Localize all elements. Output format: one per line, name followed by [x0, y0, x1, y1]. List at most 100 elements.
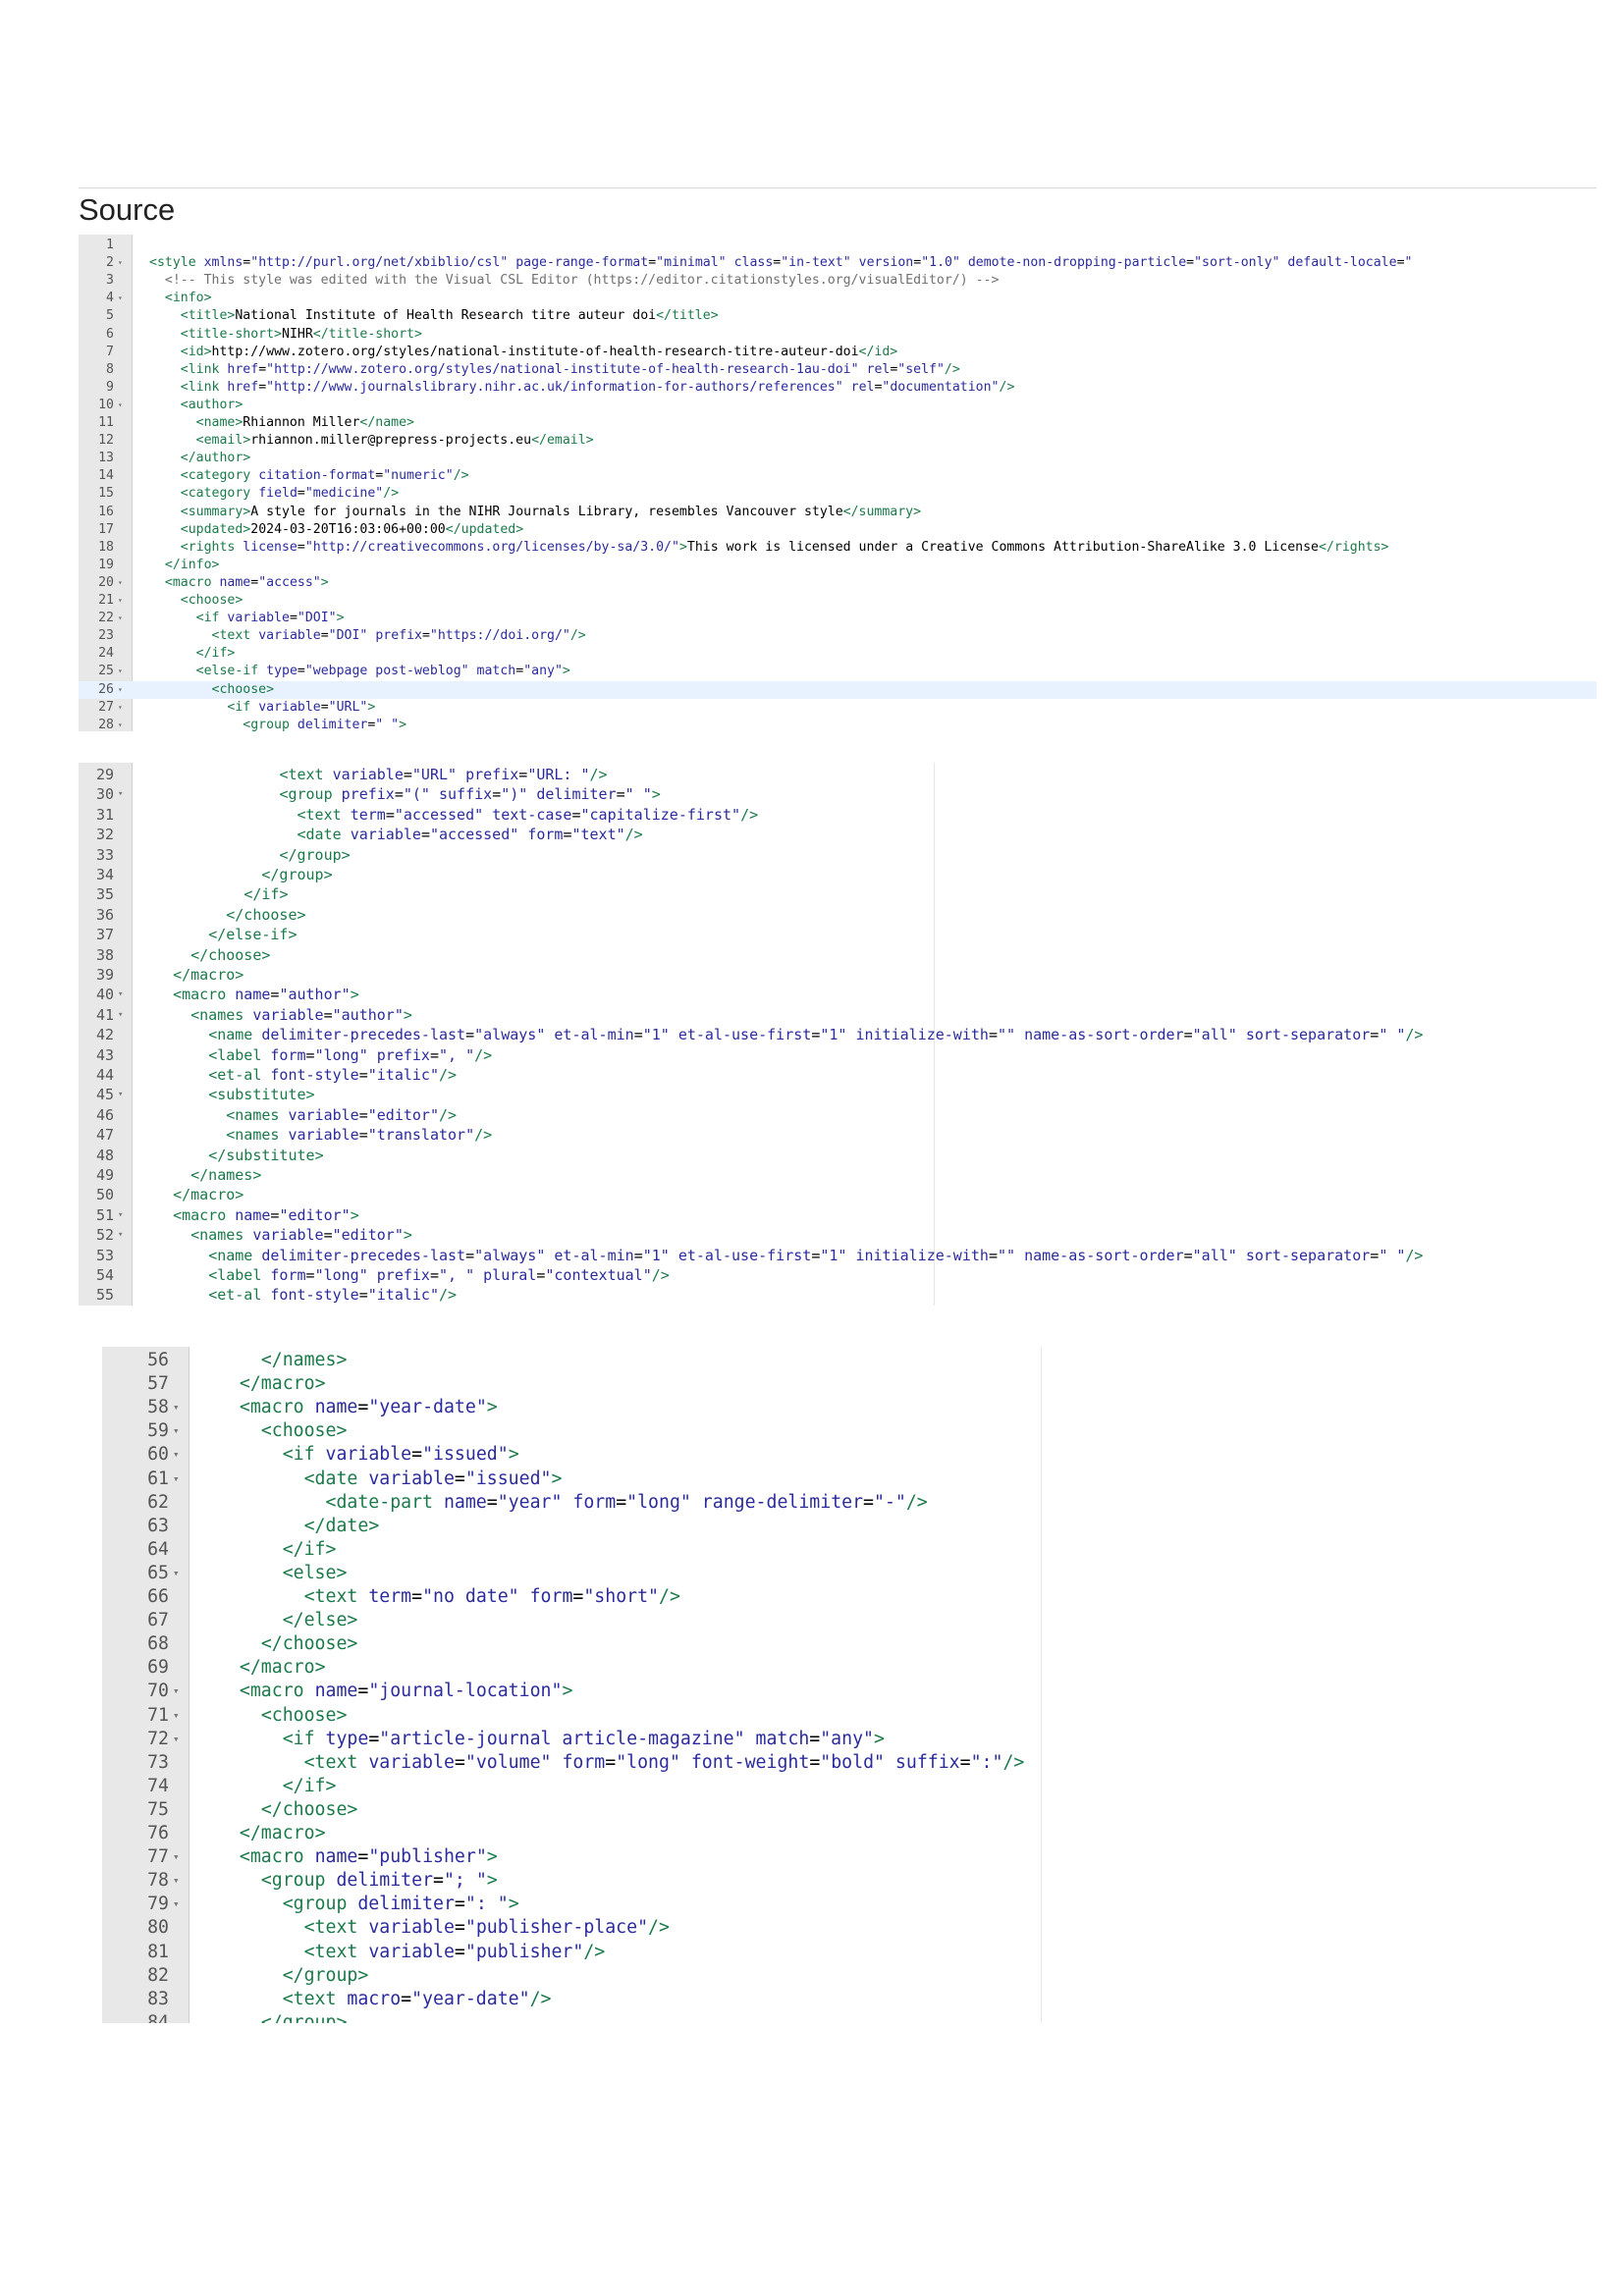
code-line[interactable]: 47 <names variable="translator"/>	[79, 1125, 1597, 1145]
code-editor-2[interactable]: 29 <text variable="URL" prefix="URL: "/>…	[79, 763, 1597, 1306]
code-line[interactable]: 41 ▾ <names variable="author">	[79, 1005, 1597, 1025]
code-line[interactable]: 8 <link href="http://www.zotero.org/styl…	[79, 361, 1597, 379]
code-line[interactable]: 55 <et-al font-style="italic"/>	[79, 1285, 1597, 1305]
code-line[interactable]: 82 </group>	[102, 1964, 1141, 1988]
code-line[interactable]: 72 ▾ <if type="article-journal article-ma…	[102, 1728, 1141, 1751]
code-line[interactable]: 5 <title>National Institute of Health Re…	[79, 307, 1597, 325]
code-line[interactable]: 7 <id>http://www.zotero.org/styles/natio…	[79, 344, 1597, 361]
code-line[interactable]: 17 <updated>2024-03-20T16:03:06+00:00</u…	[79, 521, 1597, 539]
fold-toggle-icon[interactable]: ▾	[118, 784, 123, 804]
fold-toggle-icon[interactable]: ▾	[118, 699, 123, 717]
code-line[interactable]: 84 </group>	[102, 2011, 1141, 2023]
code-line[interactable]: 20 ▾ <macro name="access">	[79, 574, 1597, 592]
code-line[interactable]: 62 <date-part name="year" form="long" ra…	[102, 1491, 1141, 1515]
fold-toggle-icon[interactable]: ▾	[118, 717, 123, 731]
fold-toggle-icon[interactable]: ▾	[118, 290, 123, 307]
code-line[interactable]: 49 </names>	[79, 1165, 1597, 1185]
code-line[interactable]: 4 ▾ <info>	[79, 290, 1597, 307]
fold-toggle-icon[interactable]: ▾	[173, 1680, 180, 1703]
fold-toggle-icon[interactable]: ▾	[173, 1728, 180, 1751]
code-line[interactable]: 38 </choose>	[79, 945, 1597, 965]
code-line[interactable]: 33 </group>	[79, 845, 1597, 865]
code-line[interactable]: 25 ▾ <else-if type="webpage post-weblog" …	[79, 663, 1597, 680]
code-line[interactable]: 32 <date variable="accessed" form="text"…	[79, 825, 1597, 844]
code-line[interactable]: 44 <et-al font-style="italic"/>	[79, 1065, 1597, 1085]
code-line[interactable]: 66 <text term="no date" form="short"/>	[102, 1585, 1141, 1609]
code-line[interactable]: 75 </choose>	[102, 1798, 1141, 1822]
code-editor-1[interactable]: 1 2 ▾ <style xmlns="http://purl.org/net/xbi…	[79, 235, 1597, 731]
code-line[interactable]: 48 </substitute>	[79, 1146, 1597, 1165]
fold-toggle-icon[interactable]: ▾	[173, 1869, 180, 1893]
fold-toggle-icon[interactable]: ▾	[118, 254, 123, 272]
code-line[interactable]: 37 </else-if>	[79, 925, 1597, 944]
code-line[interactable]: 57 </macro>	[102, 1372, 1141, 1396]
fold-toggle-icon[interactable]: ▾	[118, 610, 123, 627]
fold-toggle-icon[interactable]: ▾	[173, 1893, 180, 1916]
code-line[interactable]: 80 <text variable="publisher-place"/>	[102, 1916, 1141, 1940]
code-line[interactable]: 10 ▾ <author>	[79, 397, 1597, 414]
code-line[interactable]: 9 <link href="http://www.journalslibrary…	[79, 379, 1597, 397]
code-line[interactable]: 16 <summary>A style for journals in the …	[79, 504, 1597, 521]
code-line[interactable]: 31 <text term="accessed" text-case="capi…	[79, 805, 1597, 825]
code-line[interactable]: 19 </info>	[79, 557, 1597, 574]
code-line[interactable]: 28 ▾ <group delimiter=" ">	[79, 717, 1597, 731]
fold-toggle-icon[interactable]: ▾	[173, 1419, 180, 1443]
fold-toggle-icon[interactable]: ▾	[173, 1468, 180, 1491]
fold-toggle-icon[interactable]: ▾	[173, 1845, 180, 1869]
code-line[interactable]: 53 <name delimiter-precedes-last="always…	[79, 1246, 1597, 1265]
fold-toggle-icon[interactable]: ▾	[118, 681, 123, 699]
code-line[interactable]: 68 </choose>	[102, 1632, 1141, 1656]
code-line[interactable]: 3 <!-- This style was edited with the Vi…	[79, 272, 1597, 290]
code-line[interactable]: 39 </macro>	[79, 965, 1597, 985]
fold-toggle-icon[interactable]: ▾	[118, 1085, 123, 1104]
code-line[interactable]: 34 </group>	[79, 865, 1597, 884]
fold-toggle-icon[interactable]: ▾	[118, 397, 123, 414]
code-line[interactable]: 60 ▾ <if variable="issued">	[102, 1443, 1141, 1467]
code-line[interactable]: 54 <label form="long" prefix=", " plural…	[79, 1265, 1597, 1285]
code-line[interactable]: 36 </choose>	[79, 905, 1597, 925]
code-line[interactable]: 2 ▾ <style xmlns="http://purl.org/net/xbib…	[79, 254, 1597, 272]
code-line[interactable]: 27 ▾ <if variable="URL">	[79, 699, 1597, 717]
code-editor-3[interactable]: 56 </names> 57 </macro> 58 ▾ <macro name="y…	[102, 1347, 1141, 2023]
code-line[interactable]: 76 </macro>	[102, 1822, 1141, 1845]
code-line[interactable]: 65 ▾ <else>	[102, 1562, 1141, 1585]
fold-toggle-icon[interactable]: ▾	[173, 1396, 180, 1419]
code-line[interactable]: 81 <text variable="publisher"/>	[102, 1941, 1141, 1964]
code-line[interactable]: 6 <title-short>NIHR</title-short>	[79, 326, 1597, 344]
fold-toggle-icon[interactable]: ▾	[173, 1562, 180, 1585]
code-line[interactable]: 21 ▾ <choose>	[79, 592, 1597, 610]
code-line[interactable]: 70 ▾ <macro name="journal-location">	[102, 1680, 1141, 1703]
fold-toggle-icon[interactable]: ▾	[118, 1005, 123, 1025]
code-line[interactable]: 64 </if>	[102, 1538, 1141, 1562]
code-line[interactable]: 45 ▾ <substitute>	[79, 1085, 1597, 1104]
code-line[interactable]: 79 ▾ <group delimiter=": ">	[102, 1893, 1141, 1916]
code-line[interactable]: 24 </if>	[79, 645, 1597, 663]
code-line[interactable]: 61 ▾ <date variable="issued">	[102, 1468, 1141, 1491]
code-line[interactable]: 43 <label form="long" prefix=", "/>	[79, 1045, 1597, 1065]
code-line[interactable]: 14 <category citation-format="numeric"/>	[79, 467, 1597, 485]
code-line[interactable]: 77 ▾ <macro name="publisher">	[102, 1845, 1141, 1869]
code-line[interactable]: 23 <text variable="DOI" prefix="https://…	[79, 627, 1597, 645]
code-line[interactable]: 46 <names variable="editor"/>	[79, 1105, 1597, 1125]
code-line[interactable]: 18 <rights license="http://creativecommo…	[79, 539, 1597, 557]
code-line[interactable]: 51 ▾ <macro name="editor">	[79, 1205, 1597, 1225]
code-line[interactable]: 30 ▾ <group prefix="(" suffix=")" delimit…	[79, 784, 1597, 804]
code-line[interactable]: 73 <text variable="volume" form="long" f…	[102, 1751, 1141, 1775]
code-line[interactable]: 67 </else>	[102, 1609, 1141, 1632]
fold-toggle-icon[interactable]: ▾	[173, 1704, 180, 1728]
fold-toggle-icon[interactable]: ▾	[118, 574, 123, 592]
code-line[interactable]: 22 ▾ <if variable="DOI">	[79, 610, 1597, 627]
code-line[interactable]: 63 </date>	[102, 1515, 1141, 1538]
fold-toggle-icon[interactable]: ▾	[118, 985, 123, 1004]
code-line[interactable]: 83 <text macro="year-date"/>	[102, 1988, 1141, 2011]
code-line[interactable]: 42 <name delimiter-precedes-last="always…	[79, 1025, 1597, 1044]
fold-toggle-icon[interactable]: ▾	[173, 1443, 180, 1467]
code-line[interactable]: 29 <text variable="URL" prefix="URL: "/>	[79, 765, 1597, 784]
fold-toggle-icon[interactable]: ▾	[118, 1205, 123, 1225]
code-line[interactable]: 78 ▾ <group delimiter="; ">	[102, 1869, 1141, 1893]
code-line[interactable]: 35 </if>	[79, 884, 1597, 904]
code-line[interactable]: 58 ▾ <macro name="year-date">	[102, 1396, 1141, 1419]
code-line[interactable]: 69 </macro>	[102, 1656, 1141, 1680]
code-line[interactable]: 1	[79, 237, 1597, 254]
code-line[interactable]: 50 </macro>	[79, 1185, 1597, 1204]
